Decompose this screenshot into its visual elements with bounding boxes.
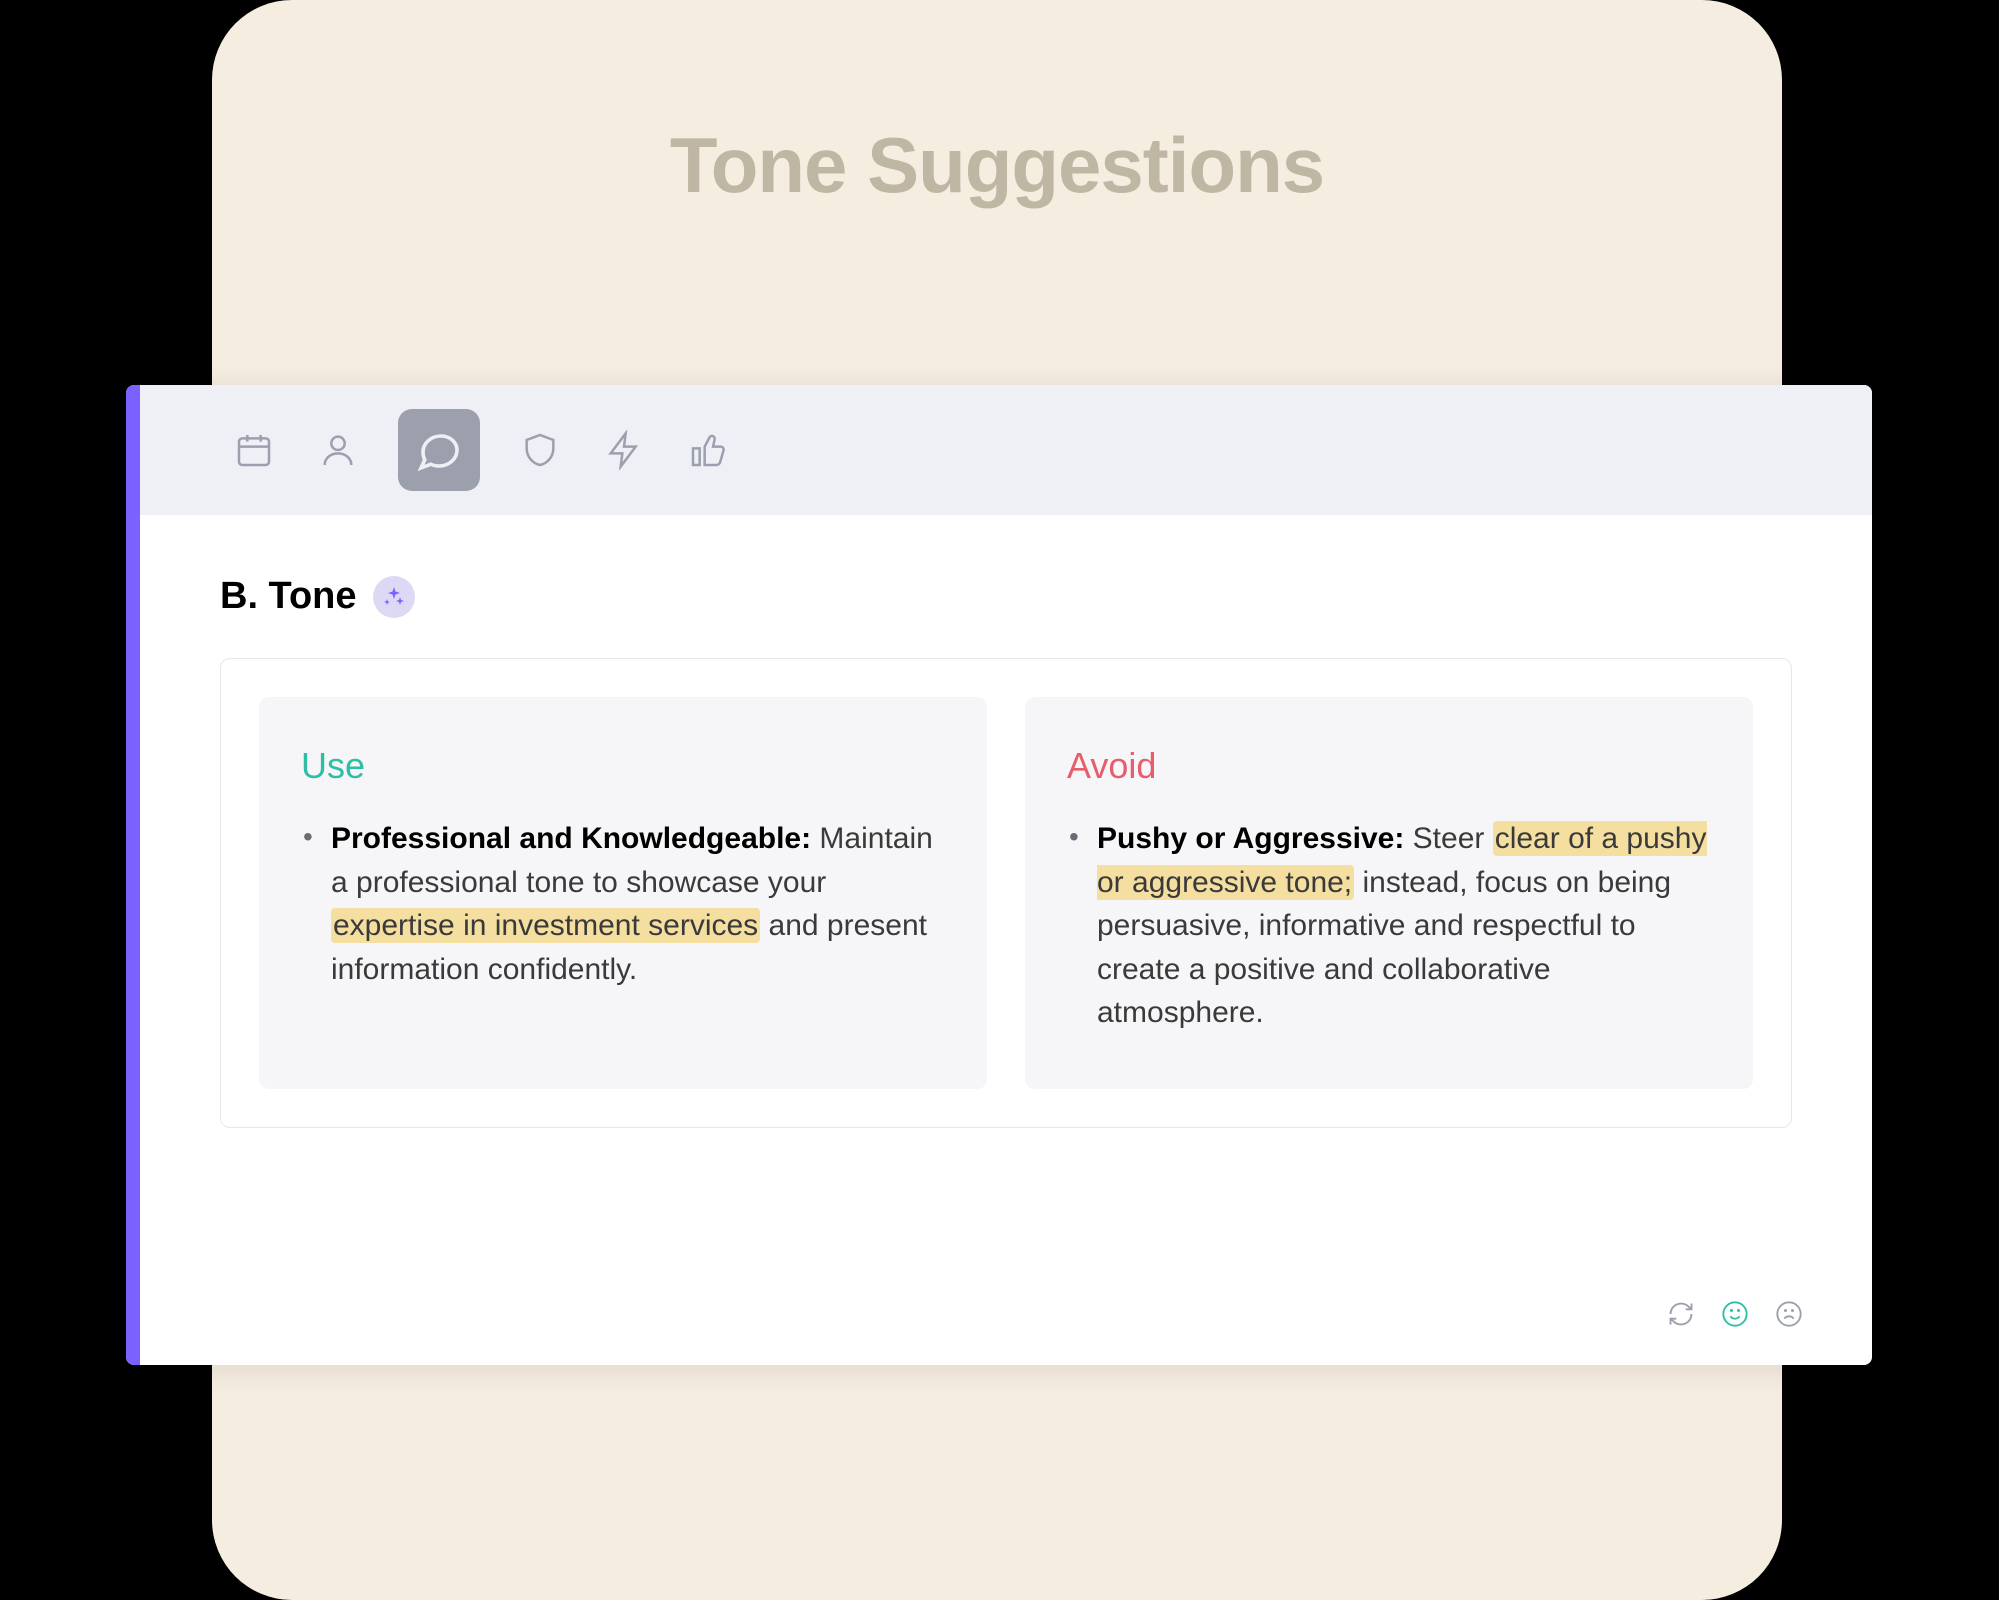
content-area: B. Tone Use Professional and Knowledgeab… <box>140 515 1872 1365</box>
use-item: Professional and Knowledgeable: Maintain… <box>331 817 945 991</box>
avoid-bold: Pushy or Aggressive: <box>1097 822 1404 855</box>
frown-icon[interactable] <box>1774 1299 1804 1329</box>
use-panel: Use Professional and Knowledgeable: Main… <box>259 697 987 1089</box>
person-icon[interactable] <box>314 426 362 474</box>
calendar-icon[interactable] <box>230 426 278 474</box>
main-card: B. Tone Use Professional and Knowledgeab… <box>126 385 1872 1365</box>
use-bold: Professional and Knowledgeable: <box>331 822 811 855</box>
use-highlight: expertise in investment services <box>331 908 760 943</box>
avoid-panel: Avoid Pushy or Aggressive: Steer clear o… <box>1025 697 1753 1089</box>
chat-icon[interactable] <box>398 409 480 491</box>
shield-icon[interactable] <box>516 426 564 474</box>
sparkle-icon <box>373 576 415 618</box>
thumbs-up-icon[interactable] <box>684 426 732 474</box>
avoid-pre: Steer <box>1404 822 1492 855</box>
avoid-panel-title: Avoid <box>1067 745 1711 787</box>
panels-container: Use Professional and Knowledgeable: Main… <box>220 658 1792 1128</box>
section-title: B. Tone <box>220 575 357 618</box>
toolbar <box>140 385 1872 515</box>
bolt-icon[interactable] <box>600 426 648 474</box>
refresh-icon[interactable] <box>1666 1299 1696 1329</box>
smile-icon[interactable] <box>1720 1299 1750 1329</box>
page-title: Tone Suggestions <box>212 120 1782 211</box>
accent-bar <box>126 385 140 1365</box>
use-panel-title: Use <box>301 745 945 787</box>
feedback-row <box>1666 1299 1804 1329</box>
section-header: B. Tone <box>220 575 1792 618</box>
avoid-item: Pushy or Aggressive: Steer clear of a pu… <box>1097 817 1711 1035</box>
